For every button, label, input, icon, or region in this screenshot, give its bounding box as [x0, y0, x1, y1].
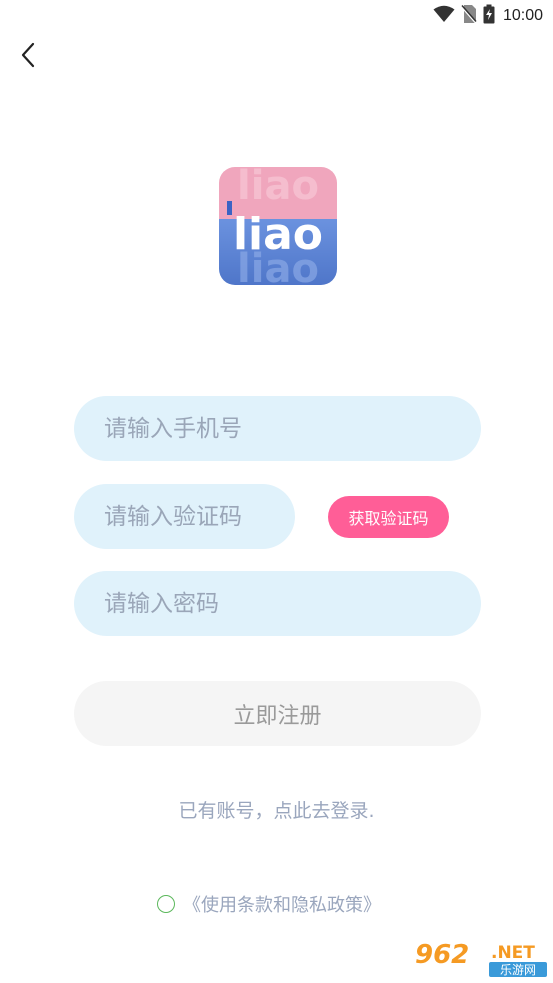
- policy-link[interactable]: 《使用条款和隐私政策》: [183, 891, 381, 917]
- svg-text:乐游网: 乐游网: [500, 963, 536, 977]
- status-bar: 10:00: [0, 0, 553, 32]
- policy-radio[interactable]: [157, 895, 175, 913]
- svg-text:962: 962: [415, 940, 469, 970]
- chevron-left-icon: [20, 42, 36, 72]
- phone-input[interactable]: [104, 396, 481, 461]
- svg-text:.NET: .NET: [491, 943, 535, 963]
- watermark-logo: 962 .NET 乐游网: [413, 936, 549, 978]
- wifi-icon: [433, 5, 455, 27]
- status-time: 10:00: [502, 7, 543, 24]
- battery-charging-icon: [483, 4, 495, 28]
- policy-agreement[interactable]: 《使用条款和隐私政策》: [157, 891, 381, 917]
- status-icons: 10:00: [433, 4, 543, 28]
- back-button[interactable]: [12, 40, 44, 74]
- svg-text:liao: liao: [237, 167, 319, 209]
- login-link[interactable]: 已有账号，点此去登录.: [0, 796, 553, 823]
- phone-field[interactable]: [74, 396, 481, 461]
- app-logo: liao liao liao: [219, 167, 337, 285]
- verification-code-field[interactable]: [74, 484, 295, 549]
- get-code-button[interactable]: 获取验证码: [328, 496, 449, 538]
- verification-code-input[interactable]: [104, 484, 295, 549]
- register-button[interactable]: 立即注册: [74, 681, 481, 746]
- no-sim-icon: [461, 4, 477, 28]
- password-input[interactable]: [104, 571, 481, 636]
- svg-text:liao: liao: [233, 209, 323, 260]
- password-field[interactable]: [74, 571, 481, 636]
